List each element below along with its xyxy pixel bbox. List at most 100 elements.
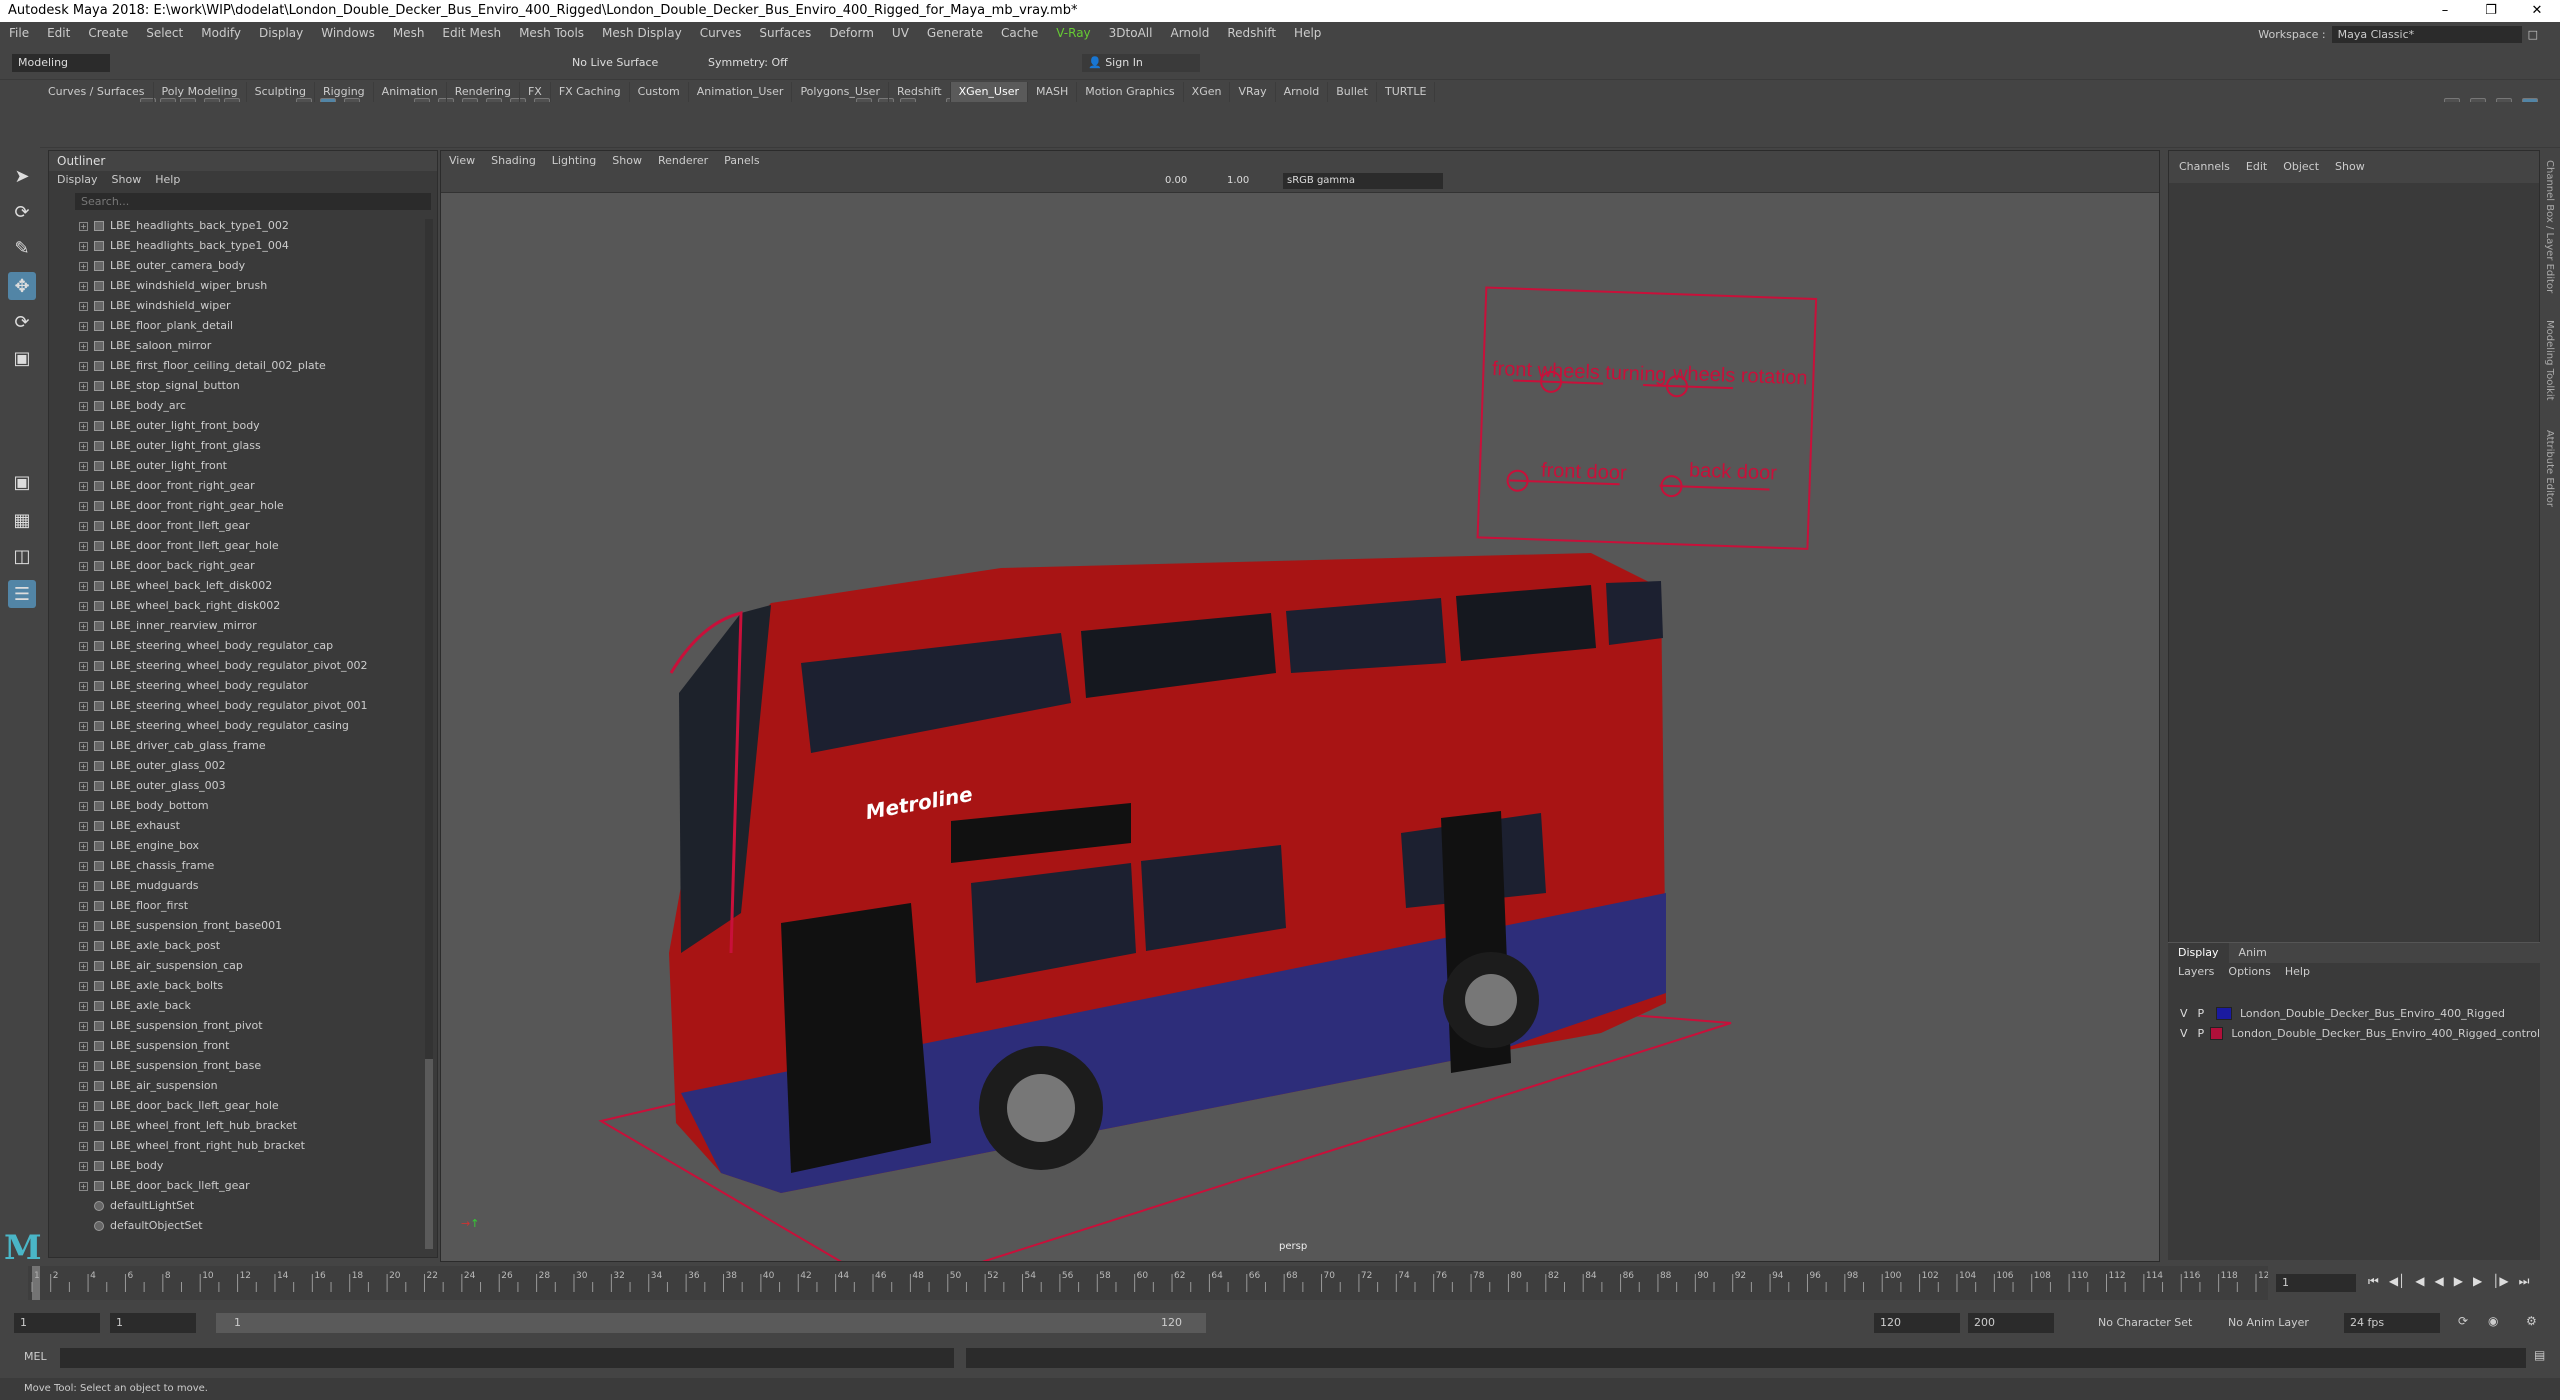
outliner-item[interactable]: + LBE_windshield_wiper bbox=[49, 296, 421, 316]
preferences-icon[interactable]: ⚙ bbox=[2526, 1314, 2537, 1328]
outliner-item[interactable]: + LBE_body bbox=[49, 1156, 421, 1176]
menu-edit-mesh[interactable]: Edit Mesh bbox=[433, 22, 510, 44]
sidebar-tab-attribute-editor[interactable]: Attribute Editor bbox=[2544, 430, 2555, 507]
shelf-tab-bullet[interactable]: Bullet bbox=[1328, 82, 1377, 102]
channel-box-menu-edit[interactable]: Edit bbox=[2246, 151, 2267, 183]
expand-icon[interactable]: + bbox=[79, 701, 88, 711]
auto-key-icon[interactable]: ◉ bbox=[2488, 1314, 2498, 1328]
menu-mesh-tools[interactable]: Mesh Tools bbox=[510, 22, 593, 44]
expand-icon[interactable]: + bbox=[79, 881, 88, 891]
shelf-tab-custom[interactable]: Custom bbox=[630, 82, 689, 102]
viewport-menu-renderer[interactable]: Renderer bbox=[650, 151, 716, 171]
expand-icon[interactable]: + bbox=[79, 801, 88, 811]
outliner-menu-help[interactable]: Help bbox=[155, 171, 180, 189]
menu-surfaces[interactable]: Surfaces bbox=[750, 22, 820, 44]
outliner-item[interactable]: + LBE_wheel_back_left_disk002 bbox=[49, 576, 421, 596]
viewport-menu-view[interactable]: View bbox=[441, 151, 483, 171]
select-tool-icon[interactable]: ➤ bbox=[8, 162, 36, 190]
outliner-search-input[interactable]: Search... bbox=[75, 193, 431, 210]
menu-modify[interactable]: Modify bbox=[192, 22, 250, 44]
shelf-tab-animation-user[interactable]: Animation_User bbox=[689, 82, 793, 102]
expand-icon[interactable]: + bbox=[79, 1161, 88, 1171]
expand-icon[interactable]: + bbox=[79, 741, 88, 751]
expand-icon[interactable]: + bbox=[79, 281, 88, 291]
menu-v-ray[interactable]: V-Ray bbox=[1047, 22, 1099, 44]
outliner-item[interactable]: + LBE_exhaust bbox=[49, 816, 421, 836]
layer-playback-toggle[interactable]: P bbox=[2198, 1027, 2205, 1040]
range-slider[interactable]: 1 120 bbox=[216, 1313, 1206, 1333]
outliner-set-item[interactable]: +defaultObjectSet bbox=[49, 1216, 421, 1236]
expand-icon[interactable]: + bbox=[79, 1061, 88, 1071]
shelf-tab-animation[interactable]: Animation bbox=[374, 82, 447, 102]
expand-icon[interactable]: + bbox=[79, 261, 88, 271]
persp-outliner-layout-icon[interactable]: ◫ bbox=[8, 542, 36, 570]
start-time-field[interactable]: 1 bbox=[14, 1313, 100, 1333]
outliner-item[interactable]: + LBE_air_suspension_cap bbox=[49, 956, 421, 976]
expand-icon[interactable]: + bbox=[79, 561, 88, 571]
menu-display[interactable]: Display bbox=[250, 22, 312, 44]
play-backwards-icon[interactable]: ◀ bbox=[2435, 1274, 2444, 1289]
outliner-item[interactable]: + LBE_outer_light_front_glass bbox=[49, 436, 421, 456]
menu-curves[interactable]: Curves bbox=[691, 22, 751, 44]
expand-icon[interactable]: + bbox=[79, 401, 88, 411]
script-editor-icon[interactable]: ▤ bbox=[2534, 1348, 2545, 1362]
expand-icon[interactable]: + bbox=[79, 981, 88, 991]
sidebar-tab-modeling-toolkit[interactable]: Modeling Toolkit bbox=[2544, 320, 2555, 401]
outliner-item[interactable]: + LBE_suspension_front bbox=[49, 1036, 421, 1056]
expand-icon[interactable]: + bbox=[79, 961, 88, 971]
layer-menu-options[interactable]: Options bbox=[2228, 963, 2270, 981]
workspace-dropdown[interactable]: Maya Classic* bbox=[2331, 26, 2522, 43]
outliner-item[interactable]: + LBE_body_arc bbox=[49, 396, 421, 416]
viewport-menu-panels[interactable]: Panels bbox=[716, 151, 767, 171]
layer-tab-display[interactable]: Display bbox=[2168, 943, 2229, 963]
expand-icon[interactable]: + bbox=[79, 1121, 88, 1131]
outliner-item[interactable]: + LBE_door_back_lleft_gear_hole bbox=[49, 1096, 421, 1116]
menu-arnold[interactable]: Arnold bbox=[1161, 22, 1218, 44]
outliner-item[interactable]: + LBE_steering_wheel_body_regulator_pivot… bbox=[49, 696, 421, 716]
expand-icon[interactable]: + bbox=[79, 441, 88, 451]
outliner-item[interactable]: + LBE_engine_box bbox=[49, 836, 421, 856]
outliner-item[interactable]: + LBE_floor_plank_detail bbox=[49, 316, 421, 336]
character-set-dropdown[interactable]: No Character Set bbox=[2092, 1313, 2210, 1333]
menu-deform[interactable]: Deform bbox=[820, 22, 883, 44]
go-to-start-icon[interactable]: ⏮ bbox=[2368, 1274, 2379, 1289]
shelf-tab-mash[interactable]: MASH bbox=[1028, 82, 1078, 102]
expand-icon[interactable]: + bbox=[79, 1081, 88, 1091]
shelf-tab-fx-caching[interactable]: FX Caching bbox=[551, 82, 630, 102]
outliner-item[interactable]: + LBE_mudguards bbox=[49, 876, 421, 896]
expand-icon[interactable]: + bbox=[79, 341, 88, 351]
outliner-item[interactable]: + LBE_steering_wheel_body_regulator_pivot… bbox=[49, 656, 421, 676]
layer-visibility-toggle[interactable]: V bbox=[2180, 1027, 2188, 1040]
playback-start-field[interactable]: 1 bbox=[110, 1313, 196, 1333]
outliner-item[interactable]: + LBE_wheel_front_right_hub_bracket bbox=[49, 1136, 421, 1156]
workspace-lock-icon[interactable]: □ bbox=[2528, 28, 2538, 41]
menu-generate[interactable]: Generate bbox=[918, 22, 992, 44]
outliner-scrollbar-thumb[interactable] bbox=[425, 1059, 433, 1249]
outliner-item[interactable]: + LBE_suspension_front_base bbox=[49, 1056, 421, 1076]
outliner-scrollbar[interactable] bbox=[425, 219, 433, 1249]
paint-select-tool-icon[interactable]: ✎ bbox=[8, 234, 36, 262]
expand-icon[interactable]: + bbox=[79, 781, 88, 791]
expand-icon[interactable]: + bbox=[79, 821, 88, 831]
script-language-label[interactable]: MEL bbox=[24, 1350, 47, 1363]
outliner-item[interactable]: + LBE_door_back_right_gear bbox=[49, 556, 421, 576]
expand-icon[interactable]: + bbox=[79, 541, 88, 551]
outliner-item[interactable]: + LBE_stop_signal_button bbox=[49, 376, 421, 396]
live-surface-field[interactable]: No Live Surface bbox=[566, 54, 666, 72]
workspace-selector[interactable]: Workspace : Maya Classic* □ bbox=[2258, 26, 2538, 43]
outliner-item[interactable]: + LBE_headlights_back_type1_002 bbox=[49, 216, 421, 236]
step-forward-frame-icon[interactable]: ▶ bbox=[2473, 1274, 2482, 1289]
outliner-set-item[interactable]: +defaultLightSet bbox=[49, 1196, 421, 1216]
color-space-dropdown[interactable]: sRGB gamma bbox=[1283, 173, 1443, 189]
shelf-tab-turtle[interactable]: TURTLE bbox=[1377, 82, 1436, 102]
expand-icon[interactable]: + bbox=[79, 581, 88, 591]
outliner-item[interactable]: + LBE_first_floor_ceiling_detail_002_plat… bbox=[49, 356, 421, 376]
layer-visibility-toggle[interactable]: V bbox=[2180, 1007, 2188, 1020]
layer-visibility-playback[interactable]: VP bbox=[2180, 1007, 2216, 1020]
expand-icon[interactable]: + bbox=[79, 321, 88, 331]
expand-icon[interactable]: + bbox=[79, 901, 88, 911]
outliner-item[interactable]: + LBE_floor_first bbox=[49, 896, 421, 916]
move-tool-icon[interactable]: ✥ bbox=[8, 272, 36, 300]
playback-end-field[interactable]: 120 bbox=[1874, 1313, 1960, 1333]
end-time-field[interactable]: 200 bbox=[1968, 1313, 2054, 1333]
